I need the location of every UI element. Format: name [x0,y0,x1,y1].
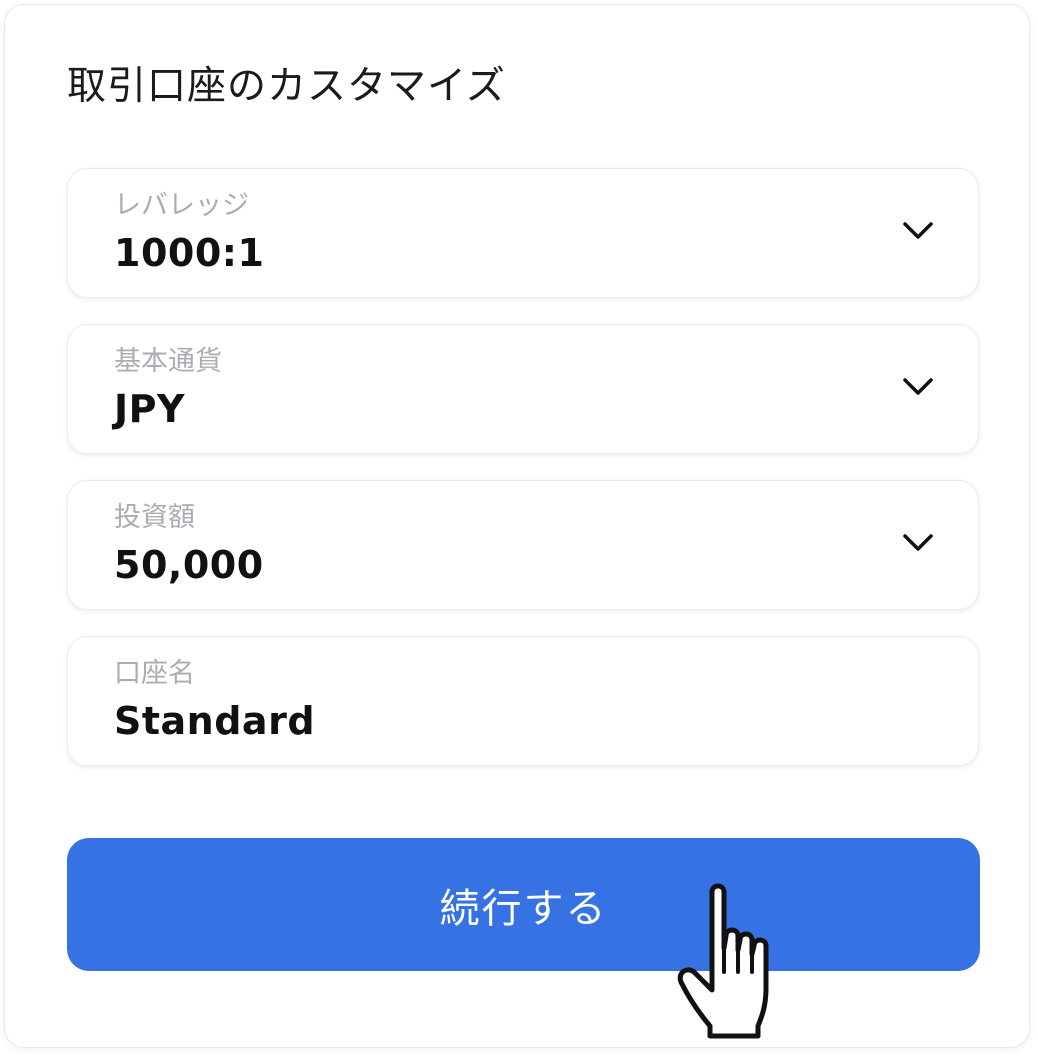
chevron-down-icon [902,533,934,553]
hand-pointer-icon [672,876,802,1040]
account-name-value[interactable]: Standard [114,699,315,743]
customize-account-card: 取引口座のカスタマイズ レバレッジ 1000:1 基本通貨 JPY 投資額 50… [4,4,1030,1048]
chevron-down-icon [902,377,934,397]
investment-amount-select[interactable]: 投資額 50,000 [67,480,979,610]
continue-button[interactable]: 続行する [67,838,980,971]
investment-amount-value: 50,000 [114,543,264,587]
investment-amount-label: 投資額 [114,502,195,533]
chevron-down-icon [902,221,934,241]
leverage-value: 1000:1 [114,231,265,275]
card-title: 取引口座のカスタマイズ [67,64,506,109]
leverage-select[interactable]: レバレッジ 1000:1 [67,168,979,298]
leverage-label: レバレッジ [114,190,249,221]
base-currency-value: JPY [114,387,186,431]
base-currency-label: 基本通貨 [114,346,222,377]
base-currency-select[interactable]: 基本通貨 JPY [67,324,979,454]
account-name-label: 口座名 [114,658,195,689]
account-name-field[interactable]: 口座名 Standard [67,636,979,766]
